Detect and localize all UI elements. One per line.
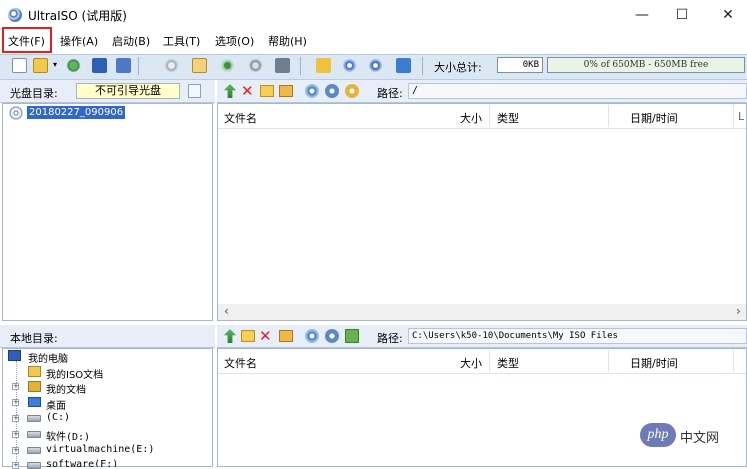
column-size[interactable]: 大小: [460, 110, 482, 126]
lower-path-field[interactable]: C:\Users\k50-10\Documents\My ISO Files: [408, 328, 747, 344]
column-filename[interactable]: 文件名: [224, 110, 257, 126]
menu-tools[interactable]: 工具(T): [163, 33, 200, 49]
column-filename[interactable]: 文件名: [224, 355, 257, 371]
drive-icon: [27, 431, 41, 438]
close-button[interactable]: ✕: [710, 4, 746, 26]
tree-item-my-documents[interactable]: 我的文档: [46, 381, 86, 396]
horizontal-scrollbar[interactable]: [218, 304, 746, 320]
settings-icon[interactable]: [325, 84, 339, 98]
menu-file-highlight: [2, 27, 52, 53]
disc-directory-label: 光盘目录:: [10, 87, 58, 100]
tree-item-drive-e[interactable]: virtualmachine(E:): [46, 444, 154, 455]
column-type[interactable]: 类型: [497, 355, 519, 371]
dropdown-icon[interactable]: ▾: [53, 60, 57, 69]
minimize-button[interactable]: —: [624, 4, 660, 26]
scroll-right-icon[interactable]: ›: [736, 304, 741, 318]
column-divider: [489, 105, 490, 127]
burn-icon[interactable]: [164, 58, 179, 73]
refresh-icon[interactable]: [305, 329, 319, 343]
php-logo: php: [640, 423, 676, 447]
expand-icon[interactable]: +: [12, 431, 19, 438]
size-total-label: 大小总计:: [434, 61, 482, 74]
expand-icon[interactable]: +: [12, 462, 19, 469]
column-divider: [608, 105, 609, 127]
help-icon[interactable]: [368, 58, 383, 73]
compress-icon[interactable]: [220, 58, 235, 73]
upper-path-field[interactable]: /: [408, 83, 747, 99]
disc-root-item[interactable]: 20180227_090906: [27, 106, 126, 119]
mount-icon[interactable]: [192, 58, 207, 73]
column-divider: [733, 350, 734, 372]
tree-item-drive-c[interactable]: (C:): [46, 412, 70, 423]
expand-icon[interactable]: +: [12, 399, 19, 406]
disc-properties-icon[interactable]: [188, 84, 201, 98]
column-divider: [733, 105, 734, 127]
tree-item-drive-f[interactable]: software(F:): [46, 459, 118, 467]
upper-file-list[interactable]: [217, 103, 747, 321]
local-directory-label: 本地目录:: [10, 332, 58, 345]
column-type[interactable]: 类型: [497, 110, 519, 126]
drive-icon: [27, 462, 41, 469]
tree-item-desktop[interactable]: 桌面: [46, 397, 66, 412]
toolbar-separator: [300, 57, 301, 75]
menu-actions[interactable]: 操作(A): [60, 33, 98, 49]
disc-tree-pane[interactable]: [2, 103, 213, 321]
column-size[interactable]: 大小: [460, 355, 482, 371]
settings-icon[interactable]: [325, 329, 339, 343]
maximize-button[interactable]: ☐: [664, 4, 700, 26]
toolbar-separator: [422, 57, 423, 75]
add-file-icon[interactable]: [345, 329, 359, 343]
window-title: UltraISO (试用版): [28, 9, 127, 23]
column-divider: [489, 350, 490, 372]
save-as-icon[interactable]: [116, 58, 131, 73]
disc-root-icon: [9, 106, 23, 123]
menu-help[interactable]: 帮助(H): [268, 33, 307, 49]
new-folder-icon[interactable]: [241, 330, 255, 342]
expand-icon[interactable]: +: [12, 415, 19, 422]
menu-bootable[interactable]: 启动(B): [112, 33, 150, 49]
disc-type-selector[interactable]: 不可引导光盘: [76, 83, 180, 99]
virtual-drive-icon[interactable]: [248, 58, 263, 73]
disc-folder-icon: [28, 366, 41, 377]
column-datetime[interactable]: 日期/时间: [630, 355, 678, 371]
tree-item-my-computer[interactable]: 我的电脑: [28, 350, 68, 365]
lower-path-label: 路径:: [377, 332, 403, 345]
capacity-bar[interactable]: 0% of 650MB - 650MB free: [547, 57, 745, 73]
info-icon[interactable]: [342, 58, 357, 73]
computer-icon: [8, 350, 21, 361]
rename-icon[interactable]: [279, 85, 293, 97]
documents-icon: [28, 381, 41, 392]
watermark-text: 中文网: [680, 431, 720, 446]
new-folder-icon[interactable]: [260, 85, 274, 97]
open-icon[interactable]: [33, 58, 48, 73]
upper-path-label: 路径:: [377, 87, 403, 100]
delete-icon[interactable]: ✕: [259, 327, 272, 345]
drive-icon: [27, 447, 41, 454]
expand-icon[interactable]: +: [12, 447, 19, 454]
expand-icon[interactable]: +: [12, 383, 19, 390]
make-image-icon[interactable]: [275, 58, 290, 73]
column-lba[interactable]: L: [738, 110, 744, 123]
toolbar-separator: [138, 57, 139, 75]
tree-item-my-iso-docs[interactable]: 我的ISO文档: [46, 366, 103, 381]
convert-icon[interactable]: [316, 58, 331, 73]
scroll-left-icon[interactable]: ‹: [224, 304, 229, 318]
extract-icon[interactable]: [66, 58, 81, 73]
size-total-value: 0KB: [497, 57, 543, 73]
column-divider: [608, 350, 609, 372]
exit-icon[interactable]: [396, 58, 411, 73]
boot-file-icon[interactable]: [305, 84, 319, 98]
delete-icon[interactable]: ✕: [241, 82, 254, 100]
tree-item-drive-d[interactable]: 软件(D:): [46, 428, 90, 443]
desktop-icon: [28, 397, 41, 407]
save-icon[interactable]: [92, 58, 107, 73]
menu-options[interactable]: 选项(O): [215, 33, 254, 49]
view-icon[interactable]: [345, 84, 359, 98]
rename-icon[interactable]: [279, 330, 293, 342]
drive-icon: [27, 415, 41, 422]
ultraiso-app-icon: [8, 8, 22, 22]
column-datetime[interactable]: 日期/时间: [630, 110, 678, 126]
new-icon[interactable]: [12, 58, 27, 73]
